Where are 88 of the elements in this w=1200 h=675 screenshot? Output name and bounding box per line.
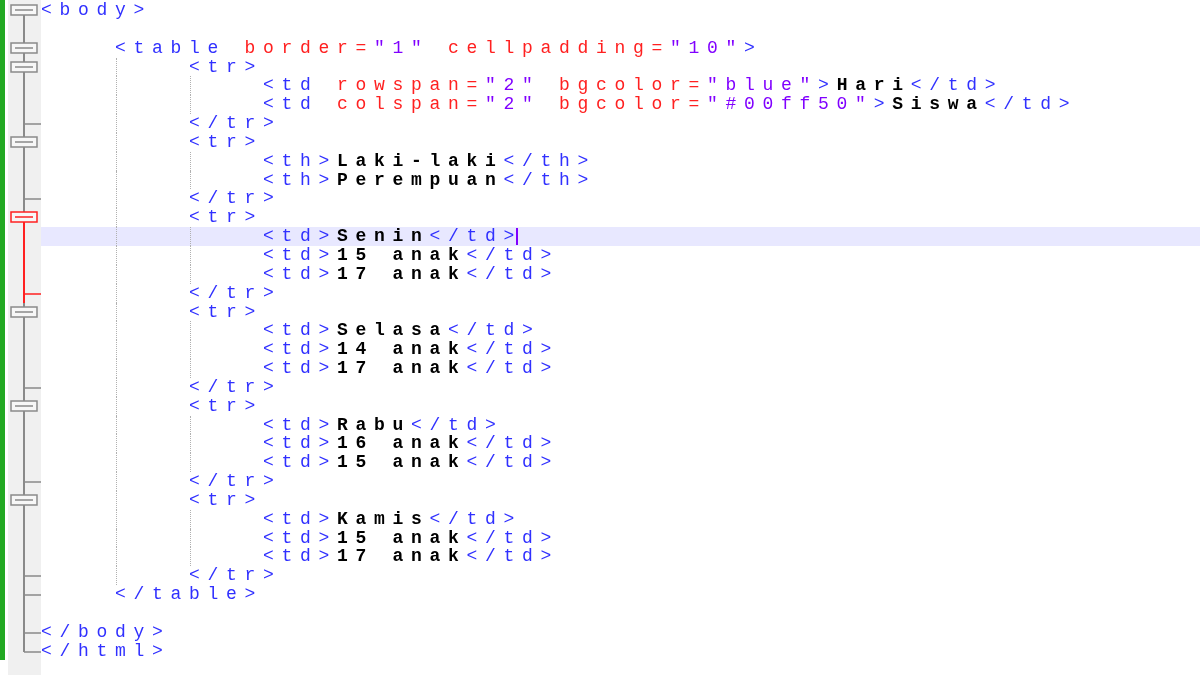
attribute-name: bgcolor= bbox=[558, 95, 708, 115]
fold-toggle-icon[interactable] bbox=[10, 1, 38, 20]
text-content: 17 anak bbox=[337, 547, 467, 567]
html-tag: </body> bbox=[41, 622, 171, 642]
html-tag: <td> bbox=[263, 264, 337, 284]
attribute-value: "blue" bbox=[707, 76, 819, 96]
html-tag: </td> bbox=[466, 453, 560, 473]
html-tag: <tr> bbox=[189, 132, 263, 152]
text-content: Laki-laki bbox=[337, 151, 504, 171]
attribute-name: border= bbox=[243, 38, 375, 58]
fold-toggle-icon[interactable] bbox=[10, 396, 38, 416]
attribute-name: cellpadding= bbox=[447, 38, 671, 58]
text-content: 16 anak bbox=[337, 434, 467, 454]
html-tag: </td> bbox=[910, 76, 1004, 96]
html-tag: <td> bbox=[263, 245, 337, 265]
fold-toggle-icon[interactable] bbox=[10, 38, 38, 58]
html-tag: </td> bbox=[411, 415, 504, 435]
text-content: 17 anak bbox=[337, 359, 467, 378]
text-content: Senin bbox=[337, 227, 430, 246]
html-tag: </tr> bbox=[189, 189, 282, 209]
text-content: Siswa bbox=[892, 95, 985, 115]
fold-toggle-icon[interactable] bbox=[10, 132, 38, 152]
text-content: Selasa bbox=[337, 321, 449, 341]
attribute-value: "2" bbox=[485, 95, 541, 115]
html-tag: > bbox=[744, 38, 763, 58]
html-tag: </th> bbox=[503, 151, 597, 171]
html-tag: <tr> bbox=[189, 396, 263, 416]
html-tag: <tr> bbox=[189, 208, 263, 228]
html-tag: <td> bbox=[263, 547, 337, 567]
attribute-name: bgcolor= bbox=[558, 76, 708, 96]
attribute-name: colspan= bbox=[336, 95, 486, 115]
html-tag: </td> bbox=[984, 95, 1078, 115]
fold-toggle-icon[interactable] bbox=[10, 490, 38, 510]
text-content: 15 anak bbox=[337, 453, 467, 473]
html-tag: </td> bbox=[466, 528, 560, 548]
text-content: 17 anak bbox=[337, 264, 467, 284]
html-tag: <td> bbox=[263, 340, 337, 360]
fold-toggle-icon[interactable] bbox=[10, 302, 38, 322]
html-tag: <th> bbox=[263, 170, 337, 190]
html-tag: </tr> bbox=[189, 472, 282, 491]
html-tag: </td> bbox=[466, 245, 560, 265]
text-content: Rabu bbox=[337, 415, 412, 435]
html-tag: <td> bbox=[263, 359, 337, 378]
html-tag: <td> bbox=[263, 321, 337, 341]
html-tag: </html> bbox=[41, 641, 171, 661]
html-tag: <td> bbox=[263, 415, 337, 435]
html-tag: > bbox=[873, 95, 893, 115]
html-tag: <td> bbox=[263, 227, 337, 246]
html-tag: <body> bbox=[41, 1, 152, 20]
html-tag: <tr> bbox=[189, 490, 263, 510]
attribute-name: rowspan= bbox=[336, 76, 486, 96]
html-tag: </th> bbox=[503, 170, 597, 190]
html-tag: <td> bbox=[263, 528, 337, 548]
attribute-value: "1" bbox=[374, 38, 430, 58]
html-tag: <tr> bbox=[189, 302, 263, 322]
html-tag: <th> bbox=[263, 151, 337, 171]
html-tag: <tr> bbox=[189, 57, 263, 77]
html-tag: </td> bbox=[429, 227, 523, 246]
html-tag: </td> bbox=[429, 509, 523, 529]
html-tag: <td bbox=[263, 76, 319, 96]
html-tag: </tr> bbox=[189, 283, 282, 303]
text-content: 14 anak bbox=[337, 340, 467, 360]
html-tag: <td> bbox=[263, 434, 337, 454]
text-content: 15 anak bbox=[337, 245, 467, 265]
text-content: Kamis bbox=[337, 509, 430, 529]
attribute-value: "#00ff50" bbox=[707, 95, 874, 115]
fold-toggle-icon[interactable] bbox=[10, 57, 38, 77]
html-tag: </tr> bbox=[189, 377, 282, 397]
html-tag: </td> bbox=[466, 547, 560, 567]
html-tag: <td> bbox=[263, 509, 337, 529]
html-tag: <td> bbox=[263, 453, 337, 473]
fold-toggle-icon[interactable] bbox=[10, 208, 38, 228]
attribute-value: "10" bbox=[670, 38, 745, 58]
html-tag: > bbox=[818, 76, 837, 96]
html-tag: <table bbox=[115, 38, 226, 58]
html-tag: </tr> bbox=[189, 114, 282, 133]
attribute-value: "2" bbox=[485, 76, 541, 96]
html-tag: </td> bbox=[466, 340, 560, 360]
html-tag: </td> bbox=[466, 264, 560, 284]
text-content: 15 anak bbox=[337, 528, 467, 548]
html-tag: <td bbox=[263, 95, 319, 115]
text-content: Hari bbox=[836, 76, 911, 96]
html-tag: </td> bbox=[466, 359, 560, 378]
html-tag: </td> bbox=[448, 321, 541, 341]
html-tag: </tr> bbox=[189, 566, 282, 586]
html-tag: </table> bbox=[115, 585, 263, 604]
text-content: Perempuan bbox=[337, 170, 504, 190]
html-tag: </td> bbox=[466, 434, 560, 454]
